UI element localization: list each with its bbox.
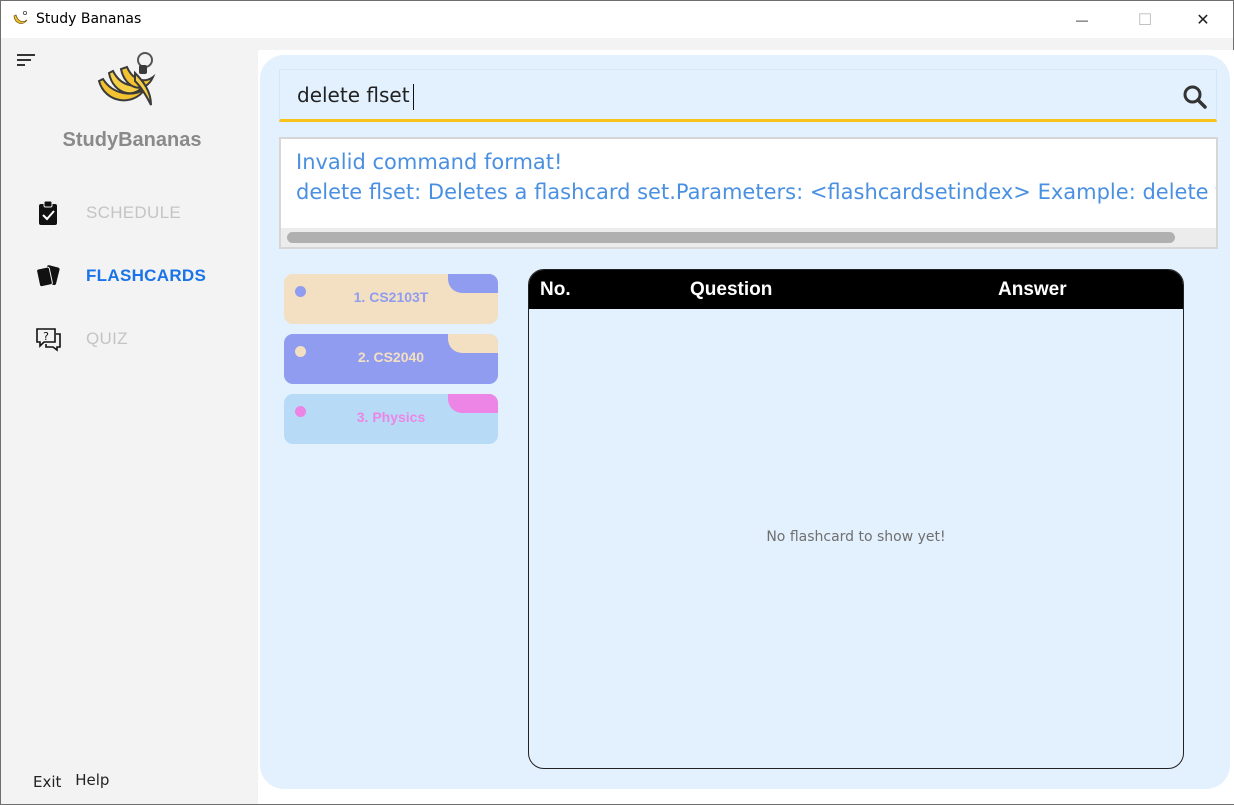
command-box[interactable]: delete flset bbox=[279, 69, 1217, 122]
maximize-icon: ☐ bbox=[1137, 11, 1153, 29]
flashcard-set-item[interactable]: 2. CS2040 bbox=[284, 334, 498, 384]
sidebar-item-label: FLASHCARDS bbox=[86, 266, 207, 285]
svg-text:?: ? bbox=[43, 330, 49, 343]
window-title: Study Bananas bbox=[36, 11, 142, 27]
close-icon: ✕ bbox=[1196, 11, 1210, 29]
sidebar-item-schedule[interactable]: SCHEDULE bbox=[34, 198, 181, 228]
flashcard-set-label: 1. CS2103T bbox=[353, 289, 429, 305]
maximize-button[interactable]: ☐ bbox=[1116, 1, 1174, 38]
title-bar: Study Bananas — ☐ ✕ bbox=[1, 1, 1233, 38]
command-input-value: delete flset bbox=[297, 83, 410, 107]
result-line-2: delete flset: Deletes a flashcard set.Pa… bbox=[296, 180, 1218, 204]
result-line-1: Invalid command format! bbox=[296, 150, 563, 174]
exit-link[interactable]: Exit bbox=[33, 773, 61, 791]
column-header-answer: Answer bbox=[998, 279, 1067, 300]
chat-question-icon: ? bbox=[36, 328, 61, 352]
banana-app-icon bbox=[13, 10, 28, 24]
flashcard-set-item[interactable]: 3. Physics bbox=[284, 394, 498, 444]
help-link[interactable]: Help bbox=[75, 771, 109, 789]
scrollbar-thumb[interactable] bbox=[287, 232, 1175, 243]
sidebar-item-flashcards[interactable]: FLASHCARDS bbox=[34, 261, 206, 291]
cards-icon bbox=[36, 265, 60, 288]
footer-links: Exit Help bbox=[33, 771, 118, 791]
flashcard-set-item[interactable]: 1. CS2103T bbox=[284, 274, 498, 324]
sidebar-item-label: SCHEDULE bbox=[86, 203, 181, 222]
app-window: Study Bananas — ☐ ✕ StudyBananas SCHEDUL… bbox=[0, 0, 1234, 805]
minimize-icon: — bbox=[1076, 12, 1088, 27]
main-area: delete flset Invalid command format! del… bbox=[258, 50, 1234, 804]
text-caret bbox=[412, 83, 414, 110]
empty-placeholder: No flashcard to show yet! bbox=[766, 529, 946, 545]
search-icon[interactable] bbox=[1182, 84, 1208, 110]
result-text: Invalid command format! delete flset: De… bbox=[296, 147, 1218, 207]
command-input[interactable]: delete flset bbox=[297, 83, 414, 110]
menu-toggle-icon[interactable] bbox=[17, 54, 35, 68]
minimize-button[interactable]: — bbox=[1053, 1, 1111, 38]
flashcard-table: No. Question Answer No flashcard to show… bbox=[528, 269, 1184, 769]
banana-logo bbox=[97, 52, 156, 106]
clipboard-check-icon bbox=[39, 200, 57, 225]
column-header-question: Question bbox=[690, 279, 773, 300]
sidebar: StudyBananas SCHEDULE FLASHCARDS ? QUIZ bbox=[1, 38, 258, 804]
result-display: Invalid command format! delete flset: De… bbox=[279, 137, 1218, 249]
column-header-no: No. bbox=[540, 279, 571, 300]
brand-name: StudyBananas bbox=[62, 129, 202, 151]
sidebar-item-label: QUIZ bbox=[86, 329, 128, 348]
close-button[interactable]: ✕ bbox=[1174, 1, 1232, 38]
flashcard-set-label: 2. CS2040 bbox=[357, 349, 425, 365]
main-panel: delete flset Invalid command format! del… bbox=[260, 55, 1230, 789]
table-header: No. Question Answer bbox=[529, 270, 1183, 309]
sidebar-item-quiz[interactable]: ? QUIZ bbox=[34, 324, 128, 354]
horizontal-scrollbar[interactable] bbox=[281, 228, 1216, 247]
flashcard-set-label: 3. Physics bbox=[356, 409, 426, 425]
